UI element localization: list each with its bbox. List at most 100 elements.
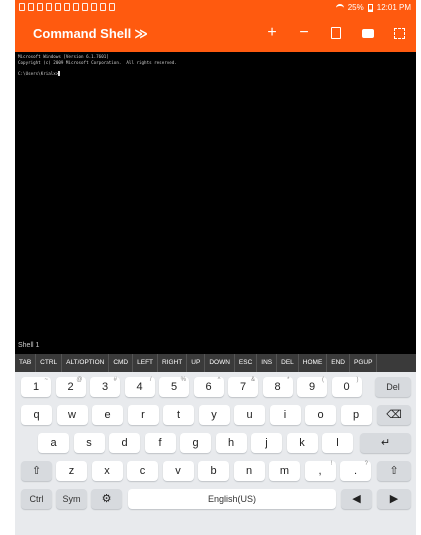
- key-w-label: w: [68, 409, 76, 421]
- key-i[interactable]: i: [269, 405, 301, 425]
- key-n-label: n: [245, 465, 253, 477]
- key-k[interactable]: k: [286, 433, 318, 453]
- space-key[interactable]: English(US): [128, 489, 336, 509]
- key-p[interactable]: p: [340, 405, 372, 425]
- keyboard-icon: [362, 29, 374, 38]
- key-6[interactable]: 6 ^: [193, 377, 224, 397]
- settings-icon: ⚙: [101, 493, 112, 505]
- extra-key-cmd[interactable]: CMD: [109, 354, 134, 372]
- battery-percent: 25%: [347, 3, 364, 12]
- key-x[interactable]: x: [91, 461, 123, 481]
- key-u[interactable]: u: [234, 405, 265, 425]
- key-b[interactable]: b: [198, 461, 229, 481]
- extra-key-alt-option[interactable]: ALT/OPTION: [62, 354, 110, 372]
- extra-key-esc[interactable]: ESC: [235, 354, 258, 372]
- keyboard-button[interactable]: [360, 25, 376, 41]
- key-t[interactable]: t: [163, 405, 194, 425]
- extra-key-pgup[interactable]: PGUP: [350, 354, 378, 372]
- key-1[interactable]: 1 ~: [21, 377, 51, 397]
- app-title-button[interactable]: Command Shell ≫: [33, 26, 148, 42]
- key-7-label: 7: [239, 381, 247, 393]
- key-a[interactable]: a: [38, 433, 69, 453]
- key-6-secondary: ^: [217, 377, 221, 383]
- backspace-icon: ⌫: [386, 409, 402, 421]
- key-9-secondary: (: [322, 377, 324, 383]
- key-period-secondary: ?: [364, 461, 368, 467]
- extra-key-ins[interactable]: INS: [257, 354, 278, 372]
- extra-key-ctrl[interactable]: CTRL: [36, 354, 63, 372]
- key-period[interactable]: .?: [340, 461, 371, 481]
- key-f[interactable]: f: [144, 433, 176, 453]
- key-w[interactable]: w: [56, 405, 88, 425]
- key-5[interactable]: 5%: [159, 377, 189, 397]
- key-a-label: a: [50, 437, 57, 449]
- key-f-label: f: [158, 437, 162, 449]
- minus-icon[interactable]: −: [296, 25, 312, 41]
- fullscreen-button[interactable]: [392, 25, 408, 41]
- extra-key-up[interactable]: UP: [187, 354, 206, 372]
- key-r[interactable]: r: [127, 405, 159, 425]
- key-j[interactable]: j: [251, 433, 282, 453]
- extra-key-down[interactable]: DOWN: [205, 354, 235, 372]
- key-3-secondary: #: [113, 377, 117, 383]
- ctrl-key[interactable]: Ctrl: [21, 489, 52, 509]
- key-n[interactable]: n: [233, 461, 265, 481]
- notification-icon: [28, 3, 34, 11]
- sym-key-label: Sym: [62, 494, 81, 504]
- key-8[interactable]: 8 *: [262, 377, 293, 397]
- key-m[interactable]: m: [269, 461, 300, 481]
- key-3[interactable]: 3 #: [90, 377, 120, 397]
- backspace-key[interactable]: ⌫: [377, 405, 411, 425]
- key-y[interactable]: y: [198, 405, 230, 425]
- arrow-right-key[interactable]: ▶: [377, 489, 411, 509]
- key-v[interactable]: v: [162, 461, 194, 481]
- battery-icon: [367, 3, 373, 12]
- extra-key-end[interactable]: END: [327, 354, 351, 372]
- key-1-label: 1: [32, 381, 40, 393]
- key-2-label: 2: [67, 381, 74, 393]
- key-4[interactable]: 4/: [124, 377, 155, 397]
- extra-key-home[interactable]: HOME: [299, 354, 328, 372]
- settings-key[interactable]: ⚙: [91, 489, 122, 509]
- shift-right-key[interactable]: ⇧: [377, 461, 411, 481]
- clipboard-button[interactable]: [328, 25, 344, 41]
- key-comma[interactable]: ,!: [304, 461, 336, 481]
- shell-tab[interactable]: Shell 1: [18, 342, 39, 349]
- key-4-secondary: /: [149, 377, 152, 383]
- terminal-output[interactable]: Microsoft Windows [Version 6.1.7601] Copy…: [15, 52, 416, 342]
- key-2[interactable]: 2 @: [55, 377, 86, 397]
- arrow-left-key[interactable]: ◀: [341, 489, 372, 509]
- key-q[interactable]: q: [21, 405, 52, 425]
- shift-left-key[interactable]: ⇧: [21, 461, 52, 481]
- key-s[interactable]: s: [73, 433, 105, 453]
- key-o[interactable]: o: [305, 405, 336, 425]
- terminal-cursor: [58, 71, 61, 76]
- notification-icon: [64, 3, 70, 11]
- key-k-label: k: [299, 437, 305, 449]
- key-d[interactable]: d: [109, 433, 140, 453]
- key-e[interactable]: e: [92, 405, 123, 425]
- extra-key-del[interactable]: DEL: [277, 354, 299, 372]
- arrow-right-icon: ▶: [389, 493, 399, 505]
- key-h[interactable]: h: [215, 433, 247, 453]
- key-i-label: i: [283, 409, 287, 421]
- plus-icon[interactable]: +: [264, 25, 280, 41]
- key-c[interactable]: c: [127, 461, 158, 481]
- enter-key[interactable]: ↵: [360, 433, 411, 453]
- key-9[interactable]: 9(: [297, 377, 327, 397]
- key-7[interactable]: 7 &: [228, 377, 258, 397]
- del-key[interactable]: Del: [375, 377, 411, 397]
- key-0[interactable]: 0): [331, 377, 362, 397]
- extra-key-tab[interactable]: TAB: [15, 354, 37, 372]
- key-l[interactable]: l: [322, 433, 353, 453]
- extra-key-right[interactable]: RIGHT: [158, 354, 188, 372]
- sym-key[interactable]: Sym: [56, 489, 87, 509]
- extra-key-left[interactable]: LEFT: [133, 354, 159, 372]
- key-d-label: d: [121, 437, 128, 449]
- notification-icon: [46, 3, 52, 11]
- key-g[interactable]: g: [180, 433, 211, 453]
- key-9-label: 9: [308, 381, 316, 393]
- key-z[interactable]: z: [56, 461, 87, 481]
- notification-icon: [37, 3, 43, 11]
- key-6-label: 6: [205, 381, 212, 393]
